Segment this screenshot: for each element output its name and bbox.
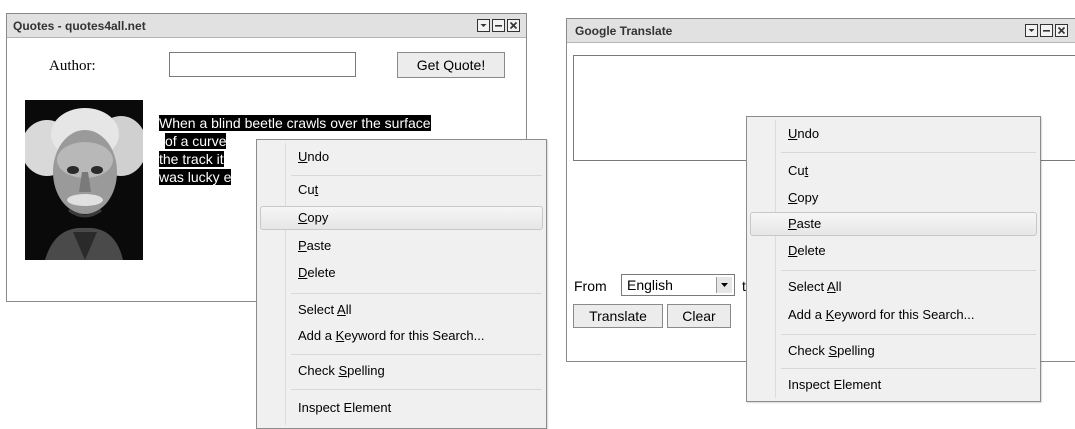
menu-separator [781,334,1036,335]
from-label: From [574,278,607,294]
menu-item-undo[interactable]: Undo [750,122,1037,146]
menu-separator [291,354,542,355]
chevron-down-icon[interactable] [716,277,732,293]
menu-separator [291,293,542,294]
menu-item-delete[interactable]: Delete [750,239,1037,263]
translate-button[interactable]: Translate [573,304,663,328]
collapse-icon[interactable] [1025,24,1038,37]
menu-item-copy[interactable]: Copy [750,186,1037,210]
author-photo [25,100,143,260]
minimize-icon[interactable] [1040,24,1053,37]
quote-line: When a blind beetle crawls over the surf… [159,115,431,131]
menu-item-inspect-element[interactable]: Inspect Element [750,373,1037,397]
context-menu-right: Undo Cut Copy Paste Delete Select All Ad… [746,116,1041,402]
quote-line: the track it [159,151,224,167]
menu-item-check-spelling[interactable]: Check Spelling [750,339,1037,363]
menu-item-copy[interactable]: Copy [260,206,543,230]
from-language-value: English [627,277,673,293]
menu-separator [291,389,542,390]
menu-item-select-all[interactable]: Select All [260,298,543,322]
collapse-icon[interactable] [477,19,490,32]
quote-line: of a curve [165,133,227,149]
close-icon[interactable] [1055,24,1068,37]
author-input[interactable] [169,52,356,77]
translate-titlebar[interactable]: Google Translate [567,19,1075,43]
context-menu-left: Undo Cut Copy Paste Delete Select All Ad… [256,139,547,429]
close-icon[interactable] [507,19,520,32]
menu-item-paste[interactable]: Paste [260,234,543,258]
quotes-title: Quotes - quotes4all.net [13,19,146,33]
menu-item-cut[interactable]: Cut [750,159,1037,183]
quote-line: was lucky e [159,169,232,185]
clear-button[interactable]: Clear [667,304,731,328]
menu-separator [781,368,1036,369]
menu-item-add-keyword[interactable]: Add a Keyword for this Search... [260,324,543,348]
translate-title: Google Translate [575,24,673,38]
menu-item-check-spelling[interactable]: Check Spelling [260,359,543,383]
menu-separator [291,175,542,176]
menu-item-undo[interactable]: Undo [260,145,543,169]
author-label: Author: [49,58,96,74]
get-quote-button[interactable]: Get Quote! [397,52,505,78]
menu-separator [781,152,1036,153]
menu-item-cut[interactable]: Cut [260,178,543,202]
minimize-icon[interactable] [492,19,505,32]
from-language-select[interactable]: English [621,274,735,296]
menu-item-inspect-element[interactable]: Inspect Element [260,396,543,420]
quotes-titlebar[interactable]: Quotes - quotes4all.net [7,14,526,38]
menu-item-delete[interactable]: Delete [260,261,543,285]
menu-item-add-keyword[interactable]: Add a Keyword for this Search... [750,303,1037,327]
menu-item-select-all[interactable]: Select All [750,275,1037,299]
menu-item-paste[interactable]: Paste [750,212,1037,236]
menu-separator [781,270,1036,271]
